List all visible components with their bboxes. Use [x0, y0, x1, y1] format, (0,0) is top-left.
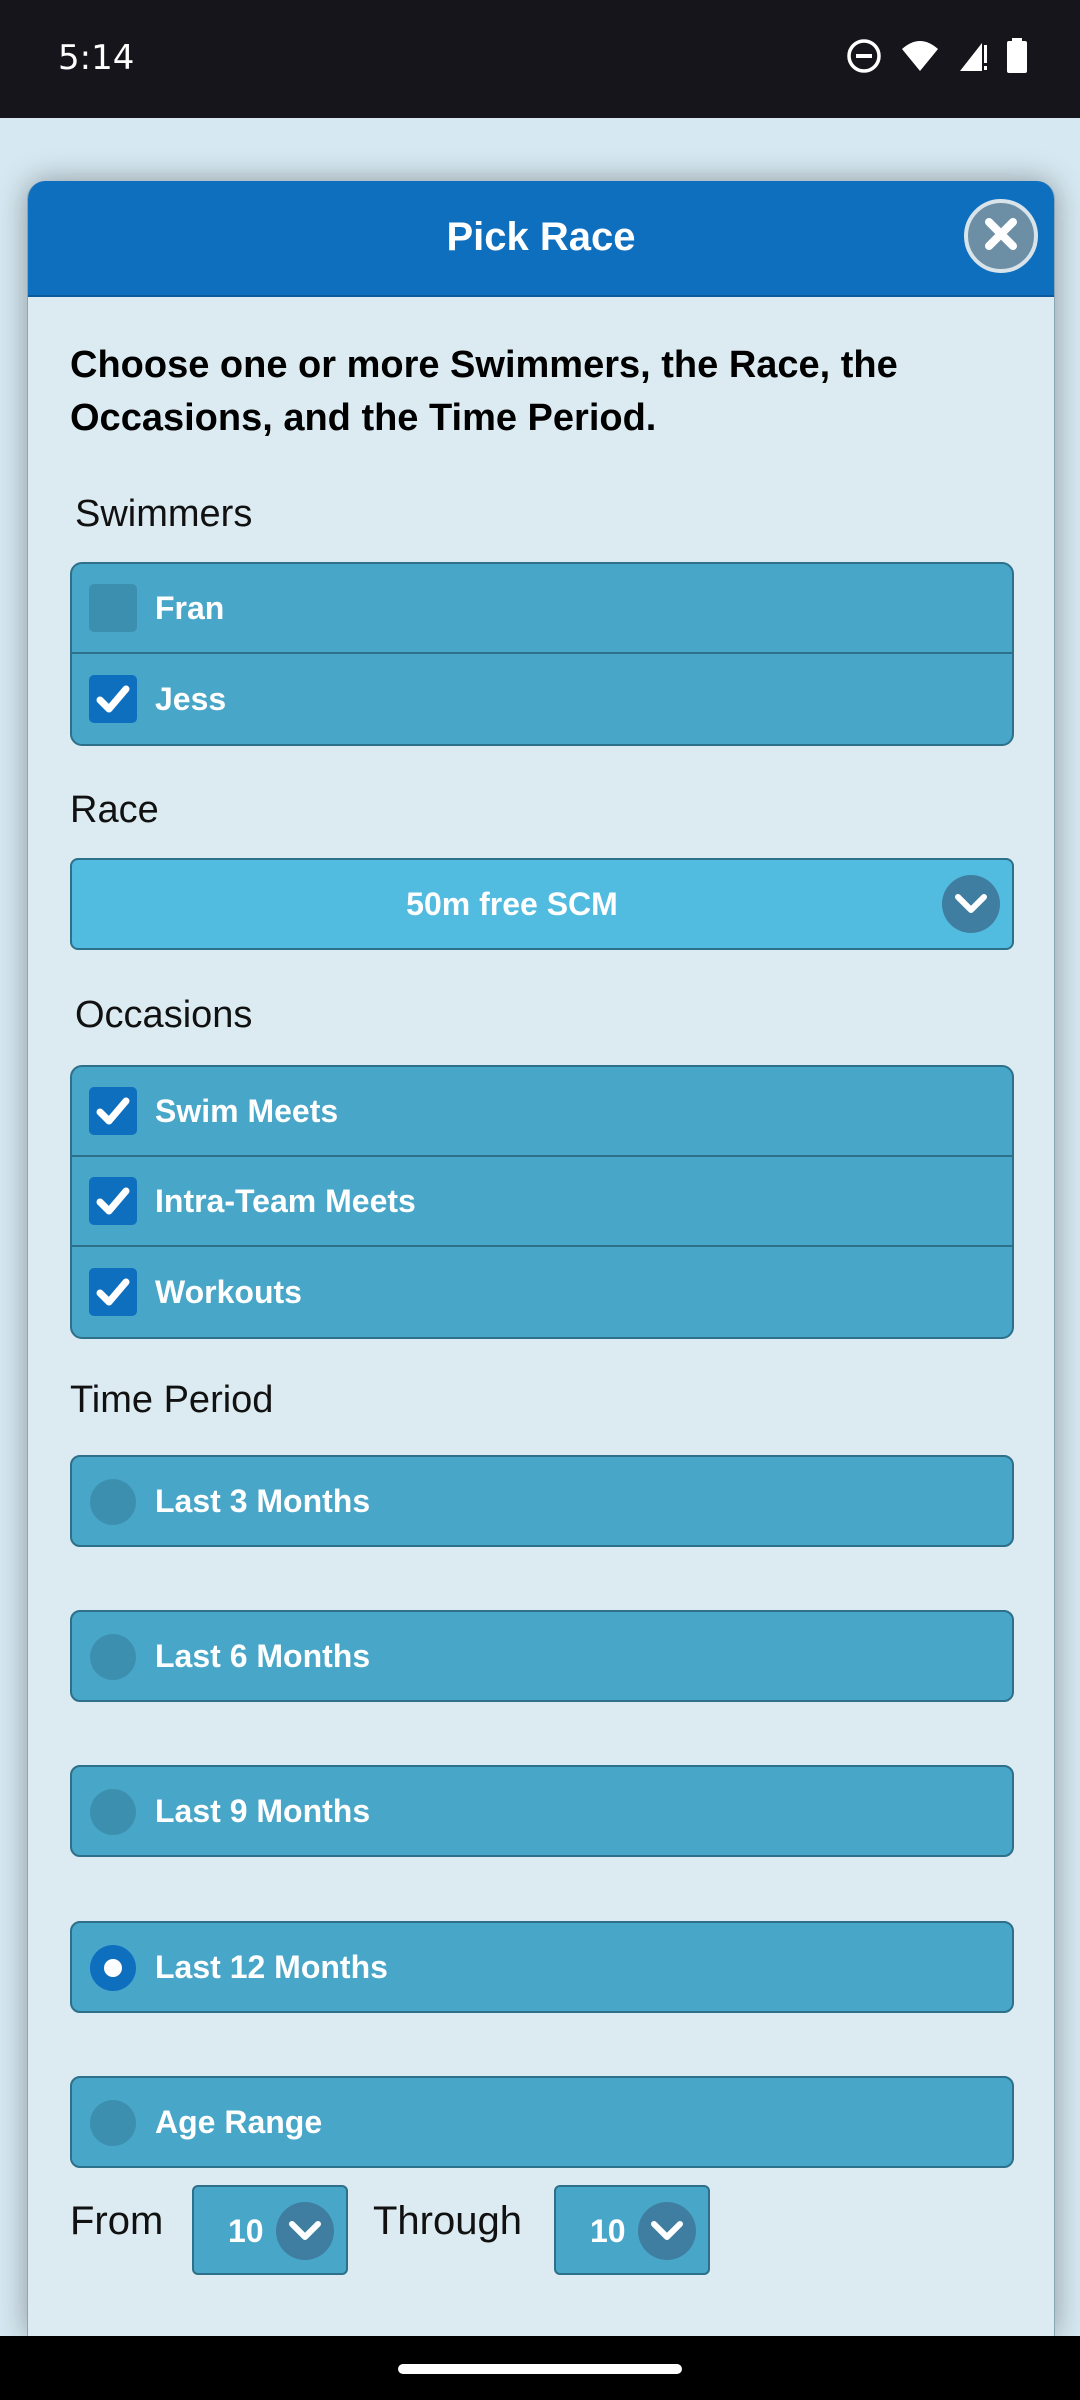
swimmer-label: Fran [155, 589, 225, 626]
from-age-value: 10 [228, 2213, 264, 2249]
checkbox-unchecked[interactable] [89, 584, 137, 632]
checkbox-checked[interactable] [89, 1177, 137, 1225]
check-icon [96, 1278, 130, 1306]
pick-race-dialog: Pick Race Choose one or more Swimmers, t… [27, 181, 1055, 2336]
checkbox-checked[interactable] [89, 675, 137, 723]
check-icon [96, 1097, 130, 1125]
through-age-value: 10 [590, 2213, 626, 2249]
checkbox-checked[interactable] [89, 1268, 137, 1316]
radio-unselected[interactable] [90, 2100, 136, 2146]
race-label: Race [70, 789, 159, 831]
occasion-row-intra-team-meets[interactable]: Intra-Team Meets [72, 1157, 1012, 1247]
do-not-disturb-icon [846, 38, 882, 74]
dialog-title: Pick Race [446, 215, 636, 259]
swimmers-group: Fran Jess [70, 562, 1014, 746]
occasion-label: Workouts [155, 1273, 302, 1310]
time-option-last-9-months[interactable]: Last 9 Months [70, 1765, 1014, 1857]
time-option-label: Last 9 Months [155, 1793, 371, 1829]
swimmer-label: Jess [155, 680, 227, 717]
radio-selected[interactable] [90, 1945, 136, 1991]
through-age-select[interactable]: 10 [554, 2185, 710, 2275]
time-option-last-3-months[interactable]: Last 3 Months [70, 1455, 1014, 1547]
time-period-label: Time Period [70, 1379, 274, 1421]
chevron-down-icon [942, 875, 1000, 933]
occasions-group: Swim Meets Intra-Team Meets Workouts [70, 1065, 1014, 1339]
close-icon [981, 214, 1021, 259]
status-time: 5:14 [58, 38, 135, 78]
radio-unselected[interactable] [90, 1634, 136, 1680]
status-bar: 5:14 [0, 0, 1080, 118]
through-label: Through [373, 2199, 522, 2243]
time-option-last-12-months[interactable]: Last 12 Months [70, 1921, 1014, 2013]
checkbox-checked[interactable] [89, 1087, 137, 1135]
time-option-label: Last 3 Months [155, 1483, 371, 1519]
race-select-value: 50m free SCM [406, 886, 618, 922]
radio-unselected[interactable] [90, 1479, 136, 1525]
close-button[interactable] [964, 199, 1038, 273]
chevron-down-icon [638, 2202, 696, 2260]
check-icon [96, 685, 130, 713]
time-option-last-6-months[interactable]: Last 6 Months [70, 1610, 1014, 1702]
occasions-label: Occasions [75, 994, 253, 1036]
occasion-label: Intra-Team Meets [155, 1182, 416, 1219]
occasion-row-swim-meets[interactable]: Swim Meets [72, 1067, 1012, 1157]
occasion-row-workouts[interactable]: Workouts [72, 1247, 1012, 1337]
race-select[interactable]: 50m free SCM [70, 858, 1014, 950]
swimmer-row-fran[interactable]: Fran [72, 564, 1012, 654]
navigation-bar [0, 2336, 1080, 2400]
time-option-label: Last 6 Months [155, 1638, 371, 1674]
wifi-icon [900, 39, 940, 73]
time-option-label: Last 12 Months [155, 1949, 388, 1985]
signal-icon [958, 39, 988, 73]
swimmer-row-jess[interactable]: Jess [72, 654, 1012, 744]
chevron-down-icon [276, 2202, 334, 2260]
occasion-label: Swim Meets [155, 1092, 339, 1129]
time-option-age-range[interactable]: Age Range [70, 2076, 1014, 2168]
time-option-label: Age Range [155, 2104, 323, 2140]
check-icon [96, 1187, 130, 1215]
from-label: From [70, 2199, 164, 2243]
status-icons [846, 38, 1028, 74]
home-gesture-handle[interactable] [398, 2364, 682, 2374]
instructions: Choose one or more Swimmers, the Race, t… [70, 344, 898, 439]
dialog-header: Pick Race [28, 181, 1054, 297]
battery-icon [1006, 38, 1028, 74]
from-age-select[interactable]: 10 [192, 2185, 348, 2275]
radio-unselected[interactable] [90, 1789, 136, 1835]
swimmers-label: Swimmers [75, 493, 253, 535]
